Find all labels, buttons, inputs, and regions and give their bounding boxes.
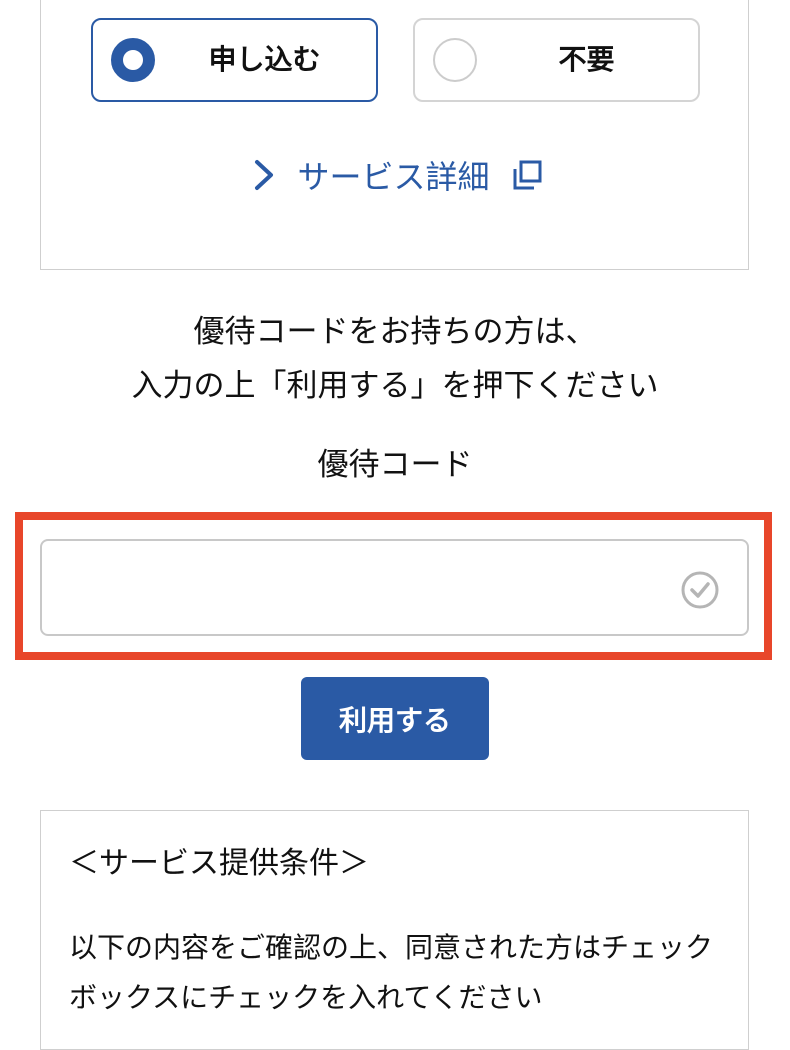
decline-radio-option[interactable]: 不要: [413, 18, 700, 102]
external-link-icon: [513, 160, 541, 190]
promo-code-input[interactable]: [40, 539, 749, 636]
apply-radio-option[interactable]: 申し込む: [91, 18, 378, 102]
chevron-right-icon: [255, 160, 274, 190]
terms-panel: ＜サービス提供条件＞ 以下の内容をご確認の上、同意された方はチェックボックスにチ…: [40, 810, 749, 1050]
promo-code-title: 優待コード: [317, 447, 473, 483]
service-details-link[interactable]: サービス詳細: [41, 148, 750, 202]
service-details-label: サービス詳細: [297, 158, 490, 196]
promo-instruction-line2: 入力の上「利用する」を押下ください: [131, 368, 659, 404]
apply-radio-label: 申し込む: [208, 43, 321, 76]
use-code-button[interactable]: 利用する: [301, 677, 489, 760]
radio-unselected-icon: [433, 38, 477, 82]
service-option-panel: 申し込む 不要 サービス詳細: [40, 0, 749, 270]
promo-instruction-line1: 優待コードをお持ちの方は、: [193, 314, 597, 350]
decline-radio-label: 不要: [558, 43, 615, 76]
promo-instruction: 優待コードをお持ちの方は、 入力の上「利用する」を押下ください: [0, 305, 790, 413]
terms-title: ＜サービス提供条件＞: [69, 846, 369, 881]
check-circle-icon: [681, 571, 719, 609]
terms-body: 以下の内容をご確認の上、同意された方はチェックボックスにチェックを入れてください: [69, 931, 714, 1014]
radio-selected-icon: [111, 38, 155, 82]
